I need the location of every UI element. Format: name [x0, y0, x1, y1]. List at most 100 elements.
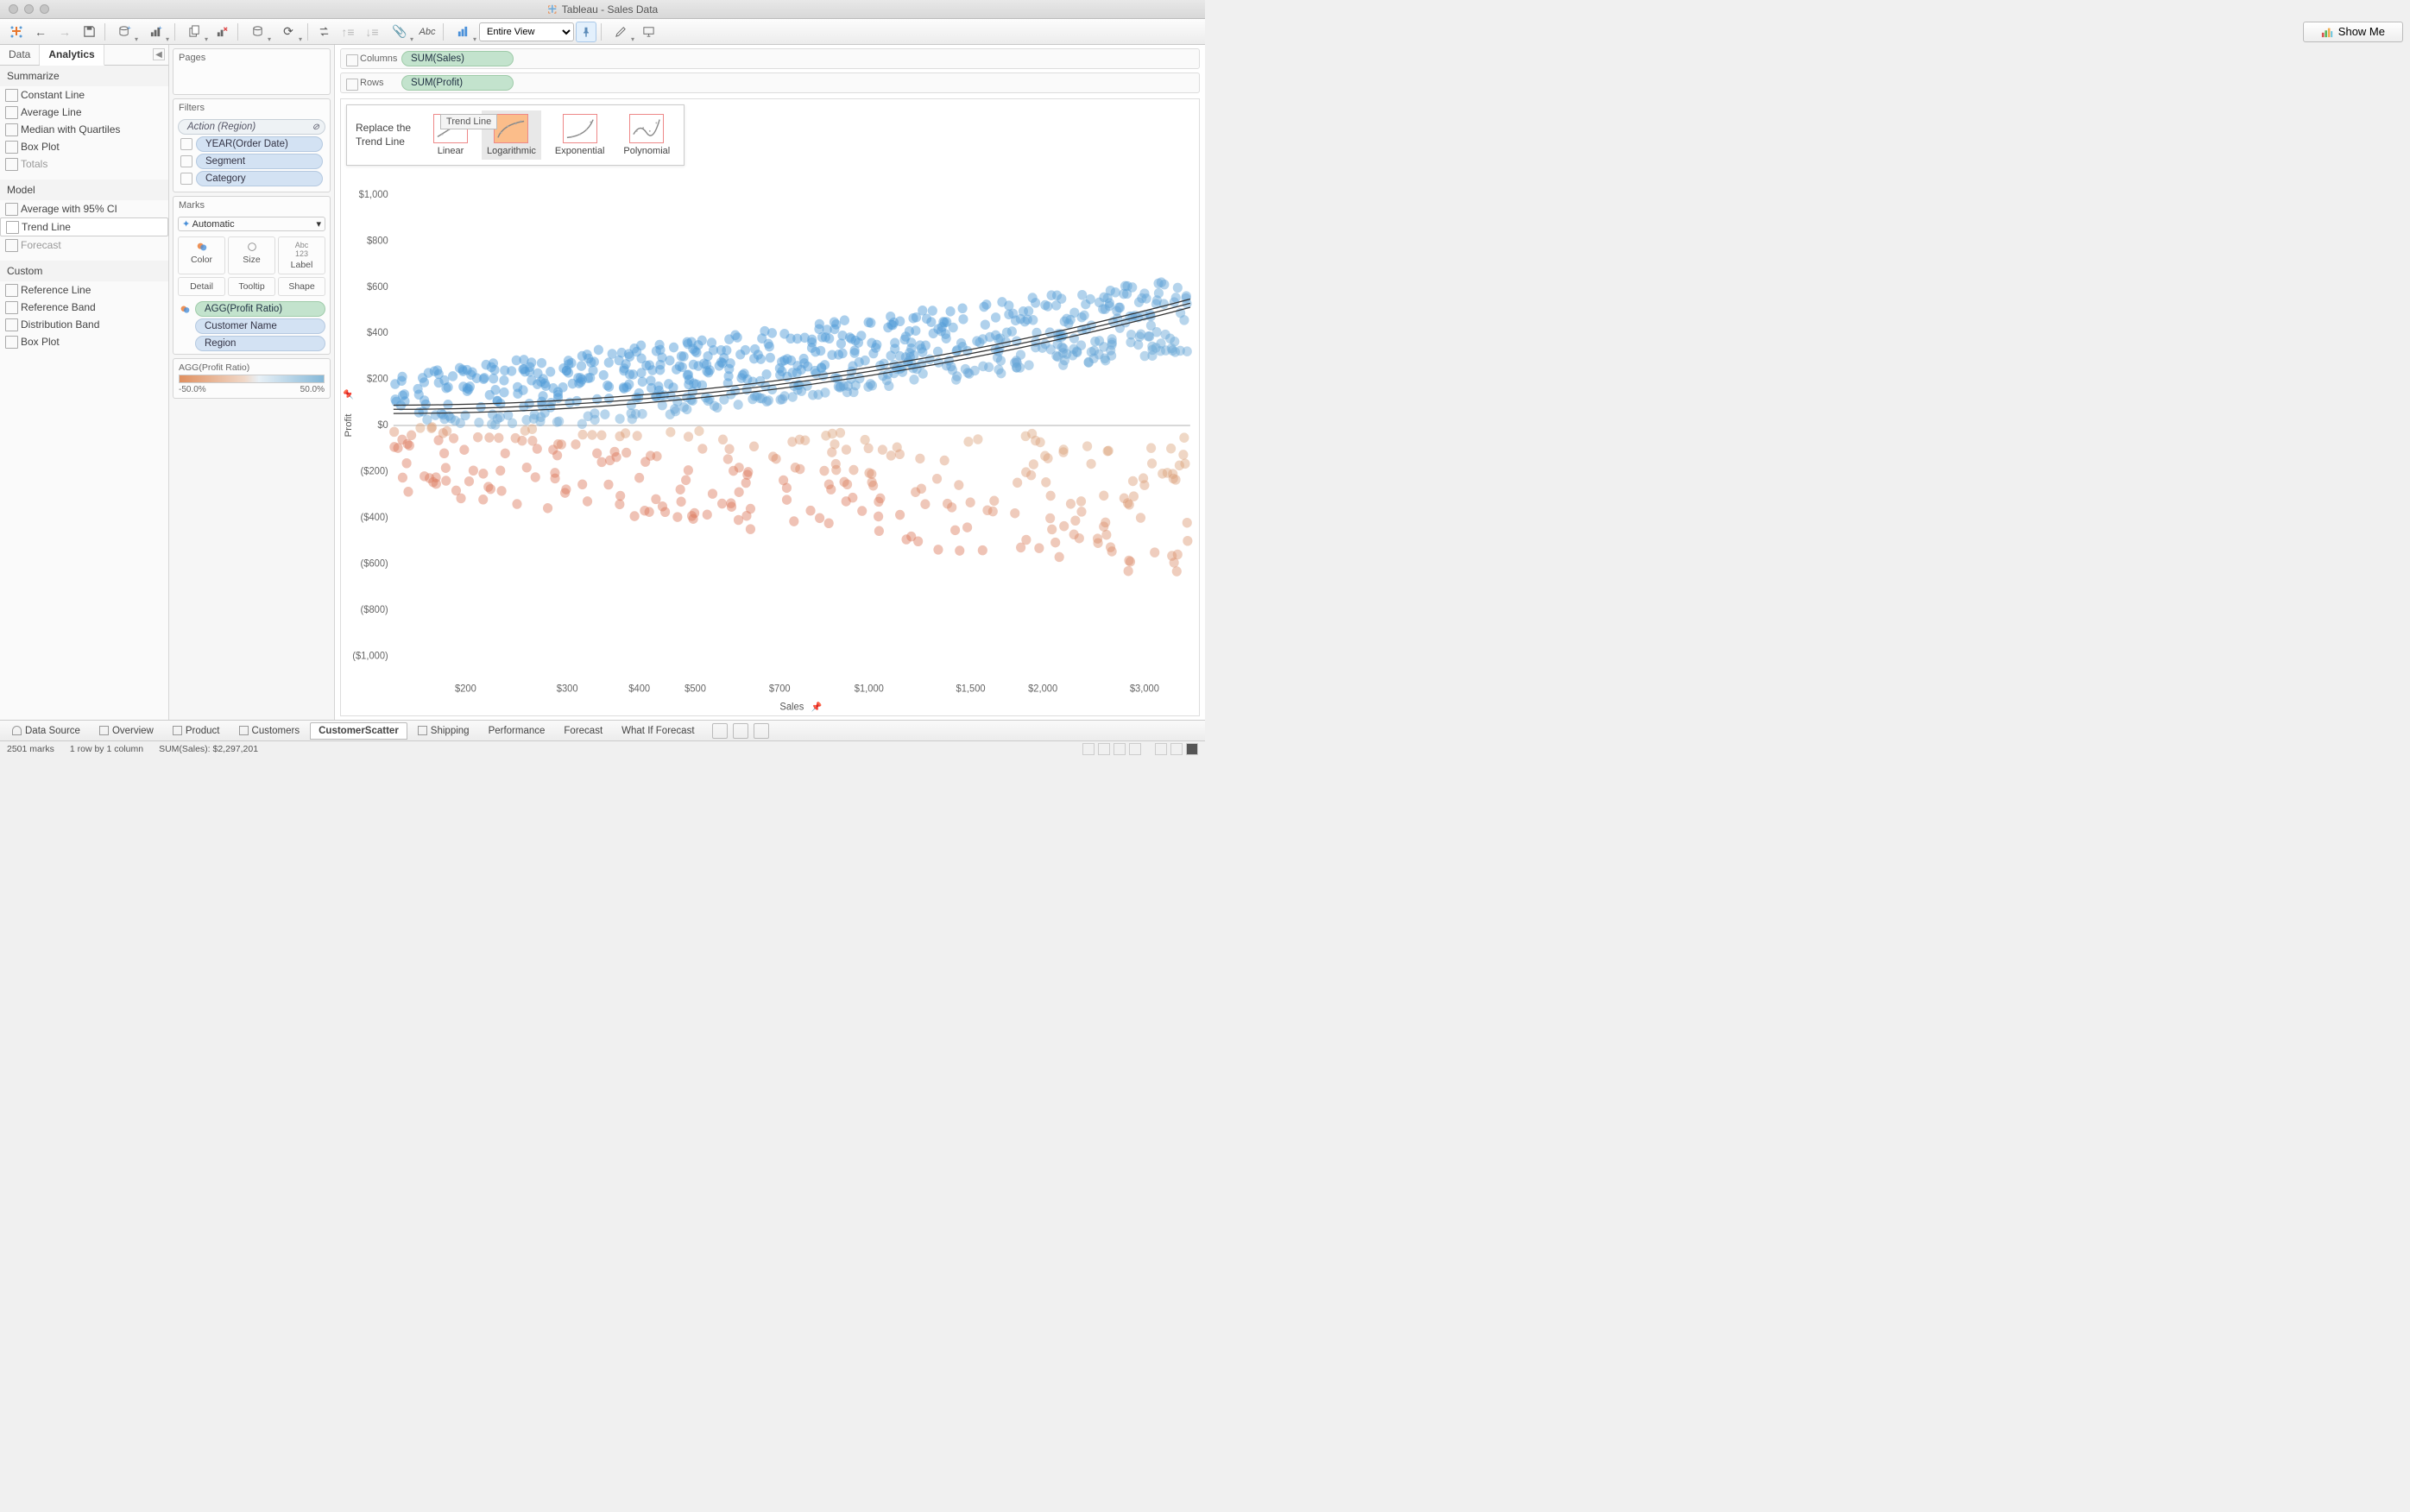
sheet-customer-scatter[interactable]: CustomerScatter: [310, 722, 407, 740]
svg-text:$0: $0: [377, 420, 388, 431]
marks-title: Marks: [173, 197, 330, 214]
analytics-box-plot[interactable]: Box Plot: [0, 138, 168, 155]
trend-exponential[interactable]: Exponential: [550, 110, 610, 160]
pages-title: Pages: [173, 49, 330, 66]
sheet-shipping[interactable]: Shipping: [409, 722, 478, 740]
new-dashboard-button[interactable]: [733, 723, 748, 739]
clear-icon[interactable]: [211, 21, 233, 43]
marks-pill-profit-ratio[interactable]: AGG(Profit Ratio): [195, 301, 325, 317]
nav-first-icon[interactable]: [1082, 743, 1095, 755]
marks-card: Marks ✦ Automatic▾ Color Size Abc123Labe…: [173, 196, 331, 355]
trend-drop-target[interactable]: Replace theTrend Line Linear Trend Line …: [346, 104, 685, 166]
nav-last-icon[interactable]: [1129, 743, 1141, 755]
new-worksheet-button[interactable]: [712, 723, 728, 739]
marks-type-select[interactable]: ✦ Automatic▾: [178, 217, 325, 231]
sort-asc-icon[interactable]: ↑≡: [337, 21, 359, 43]
connect-icon[interactable]: [243, 21, 272, 43]
pages-shelf[interactable]: Pages: [173, 48, 331, 95]
swap-icon[interactable]: [312, 21, 335, 43]
cards-column: Pages Filters Action (Region)⊘ YEAR(Orde…: [169, 45, 335, 720]
analytics-box-plot-custom[interactable]: Box Plot: [0, 333, 168, 350]
columns-shelf[interactable]: Columns SUM(Sales): [340, 48, 1200, 69]
new-worksheet-icon[interactable]: +: [141, 21, 170, 43]
marks-detail[interactable]: Detail: [178, 277, 225, 296]
view-filmstrip-icon[interactable]: [1170, 743, 1183, 755]
analytics-median-quartiles[interactable]: Median with Quartiles: [0, 121, 168, 138]
view-sheet-icon[interactable]: [1186, 743, 1198, 755]
columns-pill-sales[interactable]: SUM(Sales): [401, 51, 514, 66]
view-tabs-icon[interactable]: [1155, 743, 1167, 755]
forward-icon[interactable]: →: [54, 21, 76, 43]
svg-text:$400: $400: [367, 328, 388, 338]
attach-icon[interactable]: 📎: [385, 21, 414, 43]
analytics-average-line[interactable]: Average Line: [0, 104, 168, 121]
fit-select[interactable]: Entire View: [479, 22, 574, 41]
tab-analytics[interactable]: Analytics: [40, 45, 104, 66]
show-labels-icon[interactable]: [448, 21, 477, 43]
analytics-ref-line[interactable]: Reference Line: [0, 281, 168, 299]
save-icon[interactable]: [78, 21, 100, 43]
sheet-overview[interactable]: Overview: [91, 722, 162, 740]
nav-prev-icon[interactable]: [1098, 743, 1110, 755]
tab-data[interactable]: Data: [0, 45, 40, 65]
sheet-what-if[interactable]: What If Forecast: [613, 722, 703, 740]
status-sum: SUM(Sales): $2,297,201: [159, 744, 258, 754]
new-data-icon[interactable]: +: [110, 21, 139, 43]
pin-icon[interactable]: [576, 22, 596, 42]
filter-category[interactable]: Category: [196, 171, 323, 186]
svg-text:($200): ($200): [361, 466, 388, 476]
dashboard-icon: [418, 726, 427, 735]
marks-size[interactable]: Size: [228, 236, 275, 274]
dashboard-icon: [173, 726, 182, 735]
show-me-button[interactable]: Show Me: [2303, 22, 2403, 42]
new-story-button[interactable]: [754, 723, 769, 739]
trend-overlay-text: Replace theTrend Line: [356, 122, 420, 148]
refresh-icon[interactable]: ⟳: [274, 21, 303, 43]
marks-tooltip[interactable]: Tooltip: [228, 277, 275, 296]
back-icon[interactable]: ←: [29, 21, 52, 43]
svg-text:($800): ($800): [361, 605, 388, 615]
marks-color[interactable]: Color: [178, 236, 225, 274]
maximize-window-icon[interactable]: [40, 4, 49, 14]
color-legend[interactable]: AGG(Profit Ratio) -50.0%50.0%: [173, 358, 331, 399]
analytics-constant-line[interactable]: Constant Line: [0, 86, 168, 104]
trend-logarithmic[interactable]: Trend Line Logarithmic: [482, 110, 541, 160]
collapse-pane-icon[interactable]: ◀: [153, 48, 165, 60]
duplicate-icon[interactable]: [180, 21, 209, 43]
filter-segment[interactable]: Segment: [196, 154, 323, 169]
sheet-performance[interactable]: Performance: [480, 722, 554, 740]
sheet-customers[interactable]: Customers: [230, 722, 309, 740]
highlight-icon[interactable]: [606, 21, 635, 43]
svg-text:$1,500: $1,500: [956, 684, 986, 695]
analytics-average-ci[interactable]: Average with 95% CI: [0, 200, 168, 217]
sheet-tabs-bar: Data Source Overview Product Customers C…: [0, 720, 1205, 740]
presentation-icon[interactable]: [637, 21, 659, 43]
chart-viewport[interactable]: Replace theTrend Line Linear Trend Line …: [340, 98, 1200, 716]
analytics-dist-band[interactable]: Distribution Band: [0, 316, 168, 333]
sheet-product[interactable]: Product: [164, 722, 229, 740]
marks-pill-customer[interactable]: Customer Name: [195, 318, 325, 334]
filter-action-region[interactable]: Action (Region)⊘: [178, 119, 325, 135]
scatter-chart[interactable]: ($1,000)($800)($600)($400)($200)$0$200$4…: [341, 99, 1199, 715]
svg-text:📌: 📌: [811, 702, 823, 713]
filters-shelf[interactable]: Filters Action (Region)⊘ YEAR(Order Date…: [173, 98, 331, 192]
marks-shape[interactable]: Shape: [278, 277, 325, 296]
traffic-lights[interactable]: [0, 4, 49, 14]
rows-pill-profit[interactable]: SUM(Profit): [401, 75, 514, 91]
text-icon[interactable]: Abc: [416, 21, 438, 43]
minimize-window-icon[interactable]: [24, 4, 34, 14]
marks-pill-region[interactable]: Region: [195, 336, 325, 351]
marks-label[interactable]: Abc123Label: [278, 236, 325, 274]
nav-next-icon[interactable]: [1114, 743, 1126, 755]
rows-shelf[interactable]: Rows SUM(Profit): [340, 72, 1200, 93]
sheet-data-source[interactable]: Data Source: [3, 722, 89, 740]
sort-desc-icon[interactable]: ↓≡: [361, 21, 383, 43]
sheet-forecast[interactable]: Forecast: [555, 722, 611, 740]
close-window-icon[interactable]: [9, 4, 18, 14]
filter-year[interactable]: YEAR(Order Date): [196, 136, 323, 152]
filters-title: Filters: [173, 99, 330, 117]
trend-polynomial[interactable]: Polynomial: [618, 110, 675, 160]
analytics-trend-line[interactable]: Trend Line: [0, 217, 168, 236]
analytics-ref-band[interactable]: Reference Band: [0, 299, 168, 316]
tableau-icon[interactable]: [5, 21, 28, 43]
